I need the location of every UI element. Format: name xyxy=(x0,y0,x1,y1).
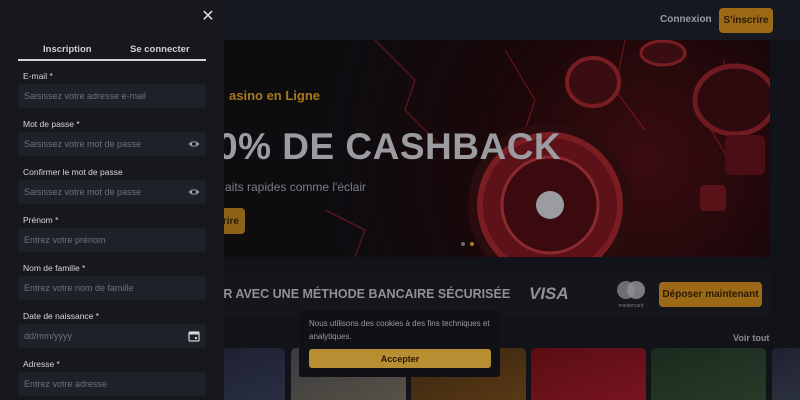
see-all-link[interactable]: Voir tout xyxy=(733,333,769,343)
signup-button[interactable]: S'inscrire xyxy=(719,8,773,33)
tab-login[interactable]: Se connecter xyxy=(130,44,190,55)
cookie-text: Nous utilisons des cookies à des fins te… xyxy=(309,319,490,341)
hero-title: 0% DE CASHBACK xyxy=(217,126,562,167)
first-name-field[interactable]: Entrez votre prénom xyxy=(18,228,206,252)
password-field[interactable]: Saisissez votre mot de passe xyxy=(18,132,206,156)
mastercard-label: mastercard xyxy=(618,303,643,309)
birth-date-placeholder: dd/mm/yyyy xyxy=(24,331,73,341)
tab-underline xyxy=(18,59,206,61)
signup-panel: ✕ Inscription Se connecter E-mail * Sais… xyxy=(0,0,224,400)
close-icon[interactable]: ✕ xyxy=(200,9,216,25)
confirm-password-placeholder: Saisissez votre mot de passe xyxy=(24,187,142,197)
hero-subtitle: asino en Ligne xyxy=(229,88,321,103)
tab-signup[interactable]: Inscription xyxy=(43,44,92,55)
email-field[interactable]: Saisissez votre adresse e-mail xyxy=(18,84,206,108)
password-placeholder: Saisissez votre mot de passe xyxy=(24,139,142,149)
game-tile[interactable] xyxy=(531,348,646,400)
eye-icon[interactable] xyxy=(188,138,200,150)
email-placeholder: Saisissez votre adresse e-mail xyxy=(24,91,147,101)
birth-date-label: Date de naissance * xyxy=(23,311,100,321)
page: Connexion S'inscrire asino en Ligne 0% D… xyxy=(0,0,800,400)
calendar-icon[interactable] xyxy=(188,330,200,342)
hero-banner[interactable]: asino en Ligne 0% DE CASHBACK aits rapid… xyxy=(205,40,770,257)
hero-description: aits rapides comme l'éclair xyxy=(225,180,367,194)
auth-tabs: Inscription Se connecter xyxy=(18,44,206,61)
email-label: E-mail * xyxy=(23,71,53,81)
eye-icon[interactable] xyxy=(188,186,200,198)
address-field[interactable]: Entrez votre adresse xyxy=(18,372,206,396)
last-name-label: Nom de famille * xyxy=(23,263,86,273)
confirm-password-label: Confirmer le mot de passe xyxy=(23,167,123,177)
game-tile[interactable] xyxy=(772,348,800,400)
last-name-placeholder: Entrez votre nom de famille xyxy=(24,283,134,293)
payment-text: ER AVEC UNE MÉTHODE BANCAIRE SÉCURISÉE xyxy=(215,287,511,301)
carousel-dot[interactable] xyxy=(461,242,465,246)
mastercard-logo: mastercard xyxy=(617,281,645,309)
carousel-dot-active[interactable] xyxy=(470,242,474,246)
game-tile[interactable] xyxy=(651,348,766,400)
confirm-password-field[interactable]: Saisissez votre mot de passe xyxy=(18,180,206,204)
address-label: Adresse * xyxy=(23,359,60,369)
address-placeholder: Entrez votre adresse xyxy=(24,379,108,389)
birth-date-field[interactable]: dd/mm/yyyy xyxy=(18,324,206,348)
first-name-placeholder: Entrez votre prénom xyxy=(24,235,106,245)
carousel-dots xyxy=(461,242,474,246)
visa-logo: VISA xyxy=(529,284,569,303)
accept-cookies-button[interactable]: Accepter xyxy=(309,349,491,368)
deposit-button[interactable]: Déposer maintenant xyxy=(659,282,762,307)
cookie-banner: Nous utilisons des cookies à des fins te… xyxy=(299,310,500,377)
last-name-field[interactable]: Entrez votre nom de famille xyxy=(18,276,206,300)
first-name-label: Prénom * xyxy=(23,215,59,225)
password-label: Mot de passe * xyxy=(23,119,80,129)
login-link[interactable]: Connexion xyxy=(660,14,712,25)
